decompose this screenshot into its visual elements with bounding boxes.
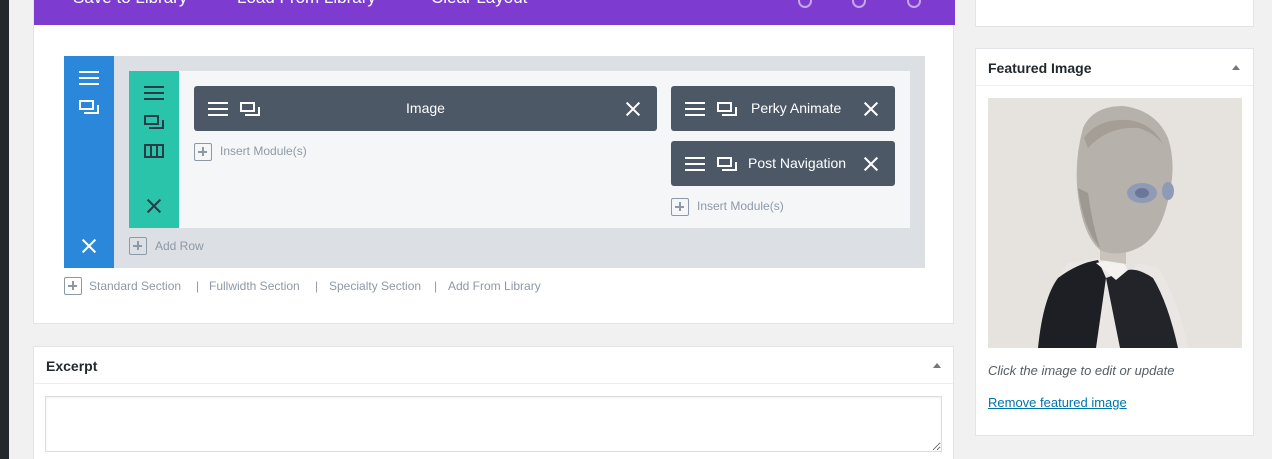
triangle-up-icon[interactable] <box>1232 65 1240 70</box>
menu-icon[interactable] <box>685 102 705 116</box>
plus-box-icon[interactable] <box>194 143 212 161</box>
sidebar-box-top <box>975 0 1254 27</box>
excerpt-panel: Excerpt <box>33 346 954 459</box>
row-menu-icon[interactable] <box>144 86 164 100</box>
module-label: Perky Animate <box>751 100 842 116</box>
remove-featured-image-link[interactable]: Remove featured image <box>988 395 1127 410</box>
featured-image-panel: Featured Image Click the image to edit o… <box>975 48 1254 436</box>
featured-image-header[interactable]: Featured Image <box>976 49 1253 86</box>
module-label: Image <box>406 100 445 116</box>
featured-image-caption: Click the image to edit or update <box>988 363 1175 378</box>
plus-box-icon[interactable] <box>64 277 82 295</box>
standard-section-link[interactable]: Standard Section <box>89 279 181 293</box>
separator: | <box>196 279 200 293</box>
module-image[interactable]: Image <box>194 86 657 131</box>
row-duplicate-icon[interactable] <box>144 115 164 129</box>
specialty-section-link[interactable]: Specialty Section <box>329 279 421 293</box>
module-post-navigation[interactable]: Post Navigation <box>671 141 895 186</box>
panel-title: Excerpt <box>46 358 98 374</box>
add-row-link[interactable]: Add Row <box>155 239 204 253</box>
duplicate-icon[interactable] <box>717 102 737 116</box>
builder-section: Image Insert Module(s) Perky Animate Pos… <box>64 56 925 268</box>
duplicate-icon[interactable] <box>717 157 737 171</box>
panel-title: Featured Image <box>988 60 1092 76</box>
insert-module-link[interactable]: Insert Module(s) <box>697 199 784 213</box>
fullwidth-section-link[interactable]: Fullwidth Section <box>209 279 300 293</box>
module-perky-animate[interactable]: Perky Animate <box>671 86 895 131</box>
close-icon[interactable] <box>625 101 641 117</box>
triangle-up-icon[interactable] <box>933 363 941 368</box>
builder-toolbar: Save to Library Load From Library Clear … <box>34 0 955 25</box>
load-from-library-button[interactable]: Load From Library <box>237 0 376 8</box>
plus-box-icon[interactable] <box>671 198 689 216</box>
add-from-library-link[interactable]: Add From Library <box>448 279 541 293</box>
history-icon[interactable] <box>907 0 921 8</box>
portrait-illustration <box>988 98 1242 348</box>
close-icon[interactable] <box>863 156 879 172</box>
builder-row: Image Insert Module(s) Perky Animate Pos… <box>129 71 910 228</box>
row-settings-bar <box>129 71 179 228</box>
admin-menu-edge <box>0 0 9 459</box>
separator: | <box>434 279 438 293</box>
section-delete-icon[interactable] <box>81 238 97 254</box>
menu-icon[interactable] <box>685 157 705 171</box>
section-menu-icon[interactable] <box>79 71 99 85</box>
section-settings-bar <box>64 56 114 268</box>
undo-icon[interactable] <box>798 0 812 8</box>
module-label: Post Navigation <box>748 155 847 171</box>
redo-icon[interactable] <box>852 0 866 8</box>
clear-layout-button[interactable]: Clear Layout <box>431 0 527 8</box>
excerpt-textarea[interactable] <box>45 396 942 452</box>
save-to-library-button[interactable]: Save to Library <box>73 0 187 8</box>
separator: | <box>315 279 319 293</box>
insert-module-link[interactable]: Insert Module(s) <box>220 144 307 158</box>
featured-image-thumbnail[interactable] <box>988 98 1242 348</box>
page-builder-panel: Save to Library Load From Library Clear … <box>33 0 955 324</box>
close-icon[interactable] <box>863 101 879 117</box>
row-delete-icon[interactable] <box>146 198 162 214</box>
columns-icon[interactable] <box>144 144 164 158</box>
section-duplicate-icon[interactable] <box>79 100 99 114</box>
excerpt-header[interactable]: Excerpt <box>34 347 953 384</box>
plus-box-icon[interactable] <box>129 237 147 255</box>
